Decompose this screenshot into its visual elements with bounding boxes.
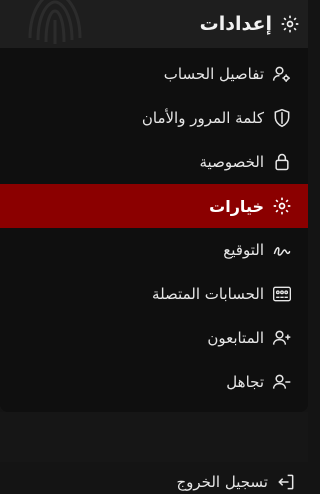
menu-item-connected-accounts[interactable]: الحسابات المتصلة <box>0 272 308 316</box>
menu-item-label: التوقيع <box>223 241 264 259</box>
logout-icon <box>276 472 296 492</box>
signature-icon <box>272 240 292 260</box>
menu-item-label: خيارات <box>209 196 264 216</box>
menu-separator <box>0 412 308 462</box>
shield-icon <box>272 108 292 128</box>
menu-item-signature[interactable]: التوقيع <box>0 228 308 272</box>
menu-item-label: تفاصيل الحساب <box>163 65 264 83</box>
menu-item-label: الخصوصية <box>199 153 264 171</box>
user-gear-icon <box>272 64 292 84</box>
menu-item-ignore[interactable]: تجاهل <box>0 360 308 404</box>
user-plus-icon <box>272 328 292 348</box>
menu-item-options[interactable]: خيارات <box>0 184 308 228</box>
menu-item-label: كلمة المرور والأمان <box>141 109 264 127</box>
fingerprint-icon <box>28 0 82 44</box>
gear-icon <box>280 14 300 34</box>
menu-item-label: الحسابات المتصلة <box>152 285 264 303</box>
connected-accounts-icon <box>272 284 292 304</box>
menu-item-label: المتابعون <box>207 329 264 347</box>
user-minus-icon <box>272 372 292 392</box>
menu-item-privacy[interactable]: الخصوصية <box>0 140 308 184</box>
settings-menu-list: تفاصيل الحساب كلمة المرور والأمان الخصوص… <box>0 48 308 412</box>
menu-item-password-security[interactable]: كلمة المرور والأمان <box>0 96 308 140</box>
menu-item-account-details[interactable]: تفاصيل الحساب <box>0 52 308 96</box>
settings-menu: إعدادات تفاصيل الحساب كلمة المرور والأما… <box>0 0 308 494</box>
logout-label: تسجيل الخروج <box>176 473 268 491</box>
header-title-group: إعدادات <box>200 0 300 48</box>
menu-item-label: تجاهل <box>226 373 264 391</box>
lock-icon <box>272 152 292 172</box>
logout-button[interactable]: تسجيل الخروج <box>0 470 308 494</box>
settings-header: إعدادات <box>0 0 308 48</box>
gear-icon <box>272 196 292 216</box>
page-title: إعدادات <box>199 13 272 35</box>
menu-item-followers[interactable]: المتابعون <box>0 316 308 360</box>
